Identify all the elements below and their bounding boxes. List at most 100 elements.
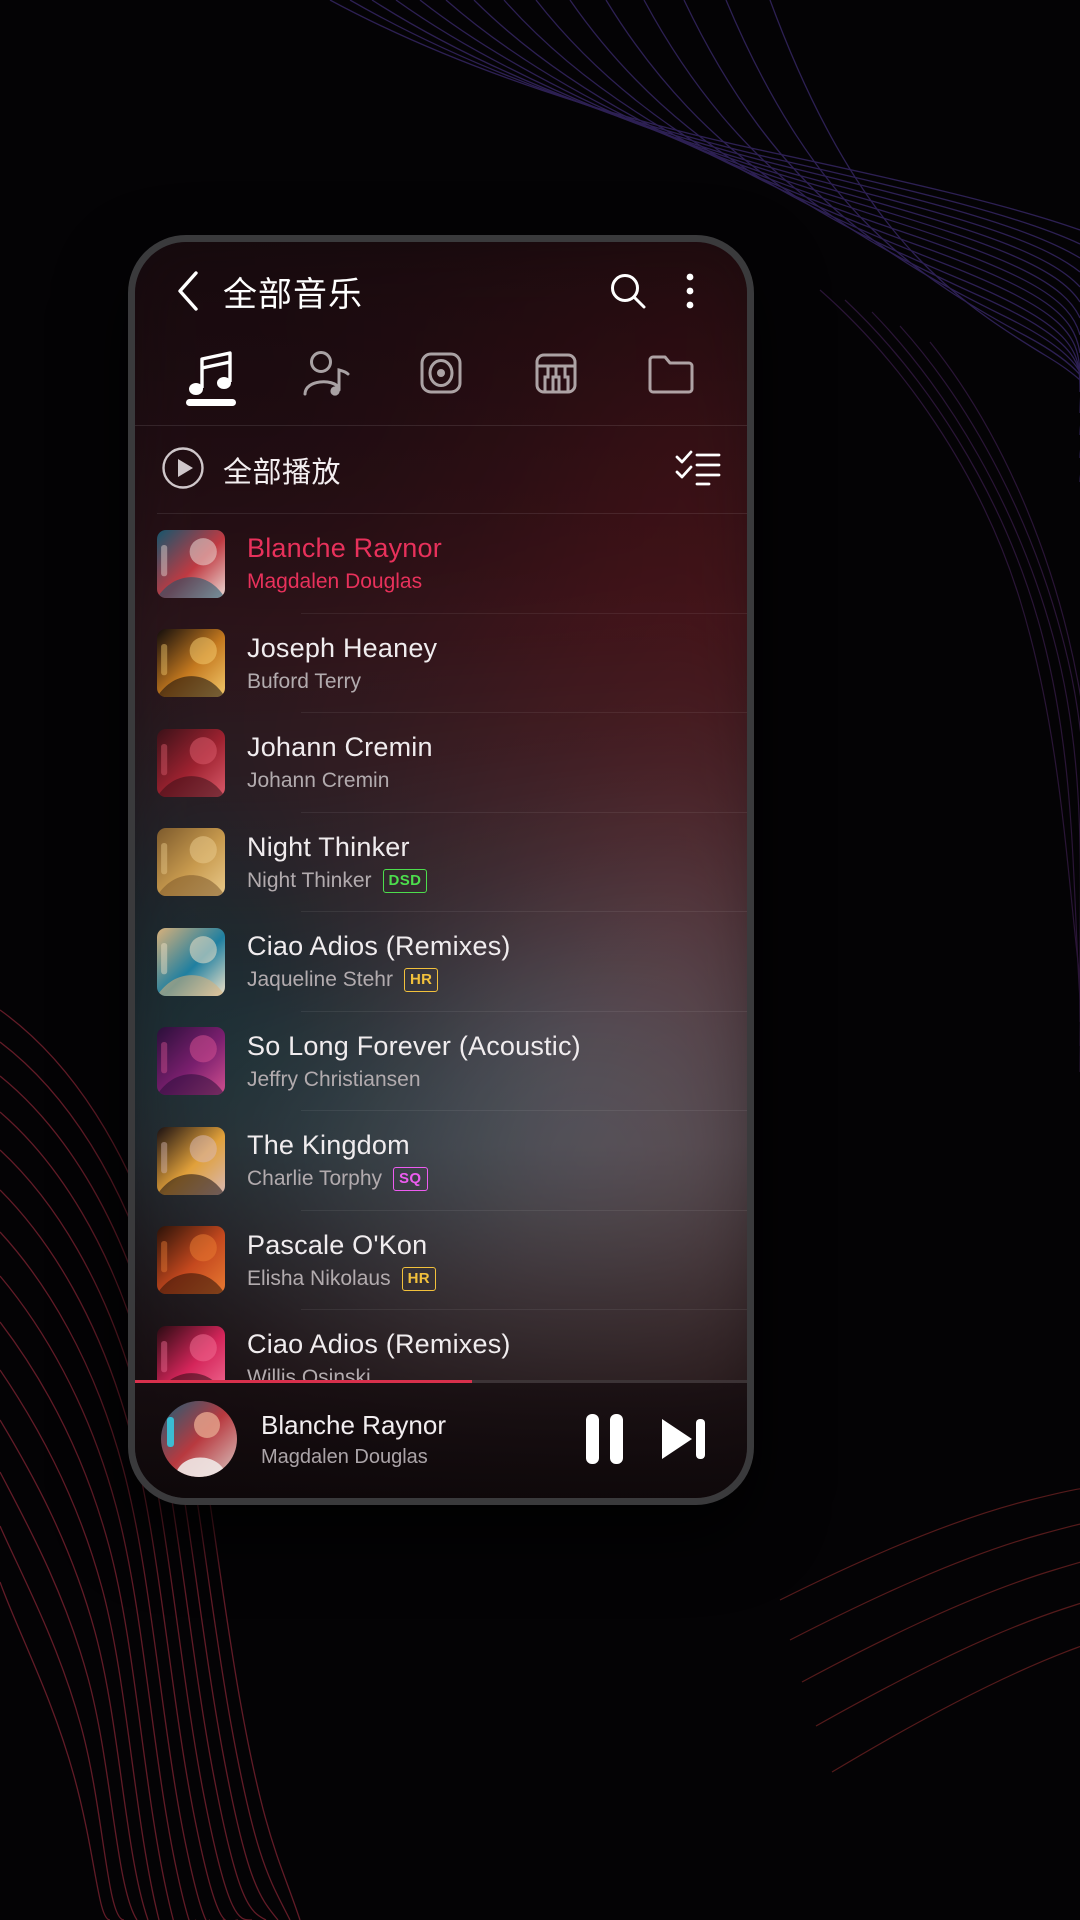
song-subtitle-row: Willis Osinski <box>247 1366 673 1380</box>
multiselect-button[interactable] <box>675 448 721 493</box>
song-title: Ciao Adios (Remixes) <box>247 1329 511 1360</box>
song-title: So Long Forever (Acoustic) <box>247 1030 581 1061</box>
song-subtitle-row: Charlie Torphy SQ <box>247 1167 673 1192</box>
song-subtitle-row: Night Thinker DSD <box>247 868 673 893</box>
song-row[interactable]: Johann Cremin Johann Cremin <box>135 713 747 813</box>
song-row[interactable]: Joseph Heaney Buford Terry <box>135 614 747 713</box>
pause-icon <box>585 1414 623 1464</box>
album-art-a1 <box>161 1401 237 1477</box>
song-subtitle-row: Magdalen Douglas <box>247 570 673 594</box>
playback-progress-track[interactable] <box>135 1380 747 1383</box>
song-row[interactable]: The Kingdom Charlie Torphy SQ <box>135 1111 747 1211</box>
checklist-icon <box>675 450 721 485</box>
tab-artists[interactable] <box>268 340 383 412</box>
song-row[interactable]: Ciao Adios (Remixes) Jaqueline Stehr HR <box>135 912 747 1012</box>
play-circle-icon <box>161 446 205 495</box>
song-more-button[interactable] <box>673 1026 729 1096</box>
song-more-button[interactable] <box>673 1126 729 1196</box>
song-more-button[interactable] <box>673 529 729 599</box>
album-art-a3 <box>157 728 225 797</box>
song-album-art <box>157 828 225 897</box>
song-title: The Kingdom <box>247 1130 410 1161</box>
song-more-button[interactable] <box>673 1325 729 1380</box>
song-album-art <box>157 1126 225 1195</box>
song-title: Johann Cremin <box>247 732 433 763</box>
tab-genres[interactable] <box>499 340 614 412</box>
song-more-button[interactable] <box>673 927 729 997</box>
mini-player-album-art[interactable] <box>161 1401 237 1477</box>
overflow-menu-button[interactable] <box>659 260 721 322</box>
piano-keys-icon <box>529 348 583 405</box>
song-row[interactable]: Night Thinker Night Thinker DSD <box>135 813 747 912</box>
song-list[interactable]: Blanche Raynor Magdalen Douglas Joseph Hea… <box>135 514 747 1380</box>
song-artist: Johann Cremin <box>247 769 390 793</box>
music-note-icon <box>184 348 238 405</box>
song-artist: Jaqueline Stehr <box>247 968 393 992</box>
play-all-row[interactable]: 全部播放 <box>135 426 747 514</box>
song-artist: Night Thinker <box>247 868 372 892</box>
phone-device-frame: 全部音乐 全部播放 Blanche Raynor Magdalen Dougla… <box>128 235 754 1505</box>
song-more-button[interactable] <box>673 628 729 698</box>
song-text: Ciao Adios (Remixes) Jaqueline Stehr HR <box>247 931 673 993</box>
song-subtitle-row: Jeffry Christiansen <box>247 1068 673 1092</box>
album-art-a9 <box>157 1325 225 1380</box>
song-artist: Buford Terry <box>247 669 361 693</box>
back-button[interactable] <box>161 264 215 318</box>
category-tab-bar <box>135 340 747 426</box>
song-artist: Willis Osinski <box>247 1366 371 1380</box>
tab-folders[interactable] <box>614 340 729 412</box>
song-subtitle-row: Elisha Nikolaus HR <box>247 1266 673 1291</box>
album-art-a7 <box>157 1126 225 1195</box>
song-row[interactable]: Blanche Raynor Magdalen Douglas <box>135 514 747 614</box>
music-app-screen: 全部音乐 全部播放 Blanche Raynor Magdalen Dougla… <box>135 242 747 1498</box>
song-album-art <box>157 1027 225 1096</box>
tab-songs[interactable] <box>153 340 268 412</box>
song-more-button[interactable] <box>673 1225 729 1295</box>
song-title: Blanche Raynor <box>247 533 442 564</box>
quality-badge: HR <box>401 1266 437 1291</box>
pause-button[interactable] <box>565 1400 643 1478</box>
quality-badge: SQ <box>393 1167 428 1192</box>
mini-player-artist: Magdalen Douglas <box>261 1445 428 1468</box>
song-text: The Kingdom Charlie Torphy SQ <box>247 1130 673 1192</box>
song-subtitle-row: Buford Terry <box>247 670 673 694</box>
album-art-a6 <box>157 1027 225 1096</box>
song-album-art <box>157 629 225 698</box>
song-text: Night Thinker Night Thinker DSD <box>247 832 673 893</box>
mini-player-title: Blanche Raynor <box>261 1409 446 1440</box>
song-row[interactable]: Ciao Adios (Remixes) Willis Osinski <box>135 1310 747 1380</box>
song-artist: Jeffry Christiansen <box>247 1067 421 1091</box>
song-more-button[interactable] <box>673 728 729 798</box>
artist-icon <box>299 348 353 405</box>
song-text: Pascale O'Kon Elisha Nikolaus HR <box>247 1230 673 1291</box>
song-row[interactable]: So Long Forever (Acoustic) Jeffry Christi… <box>135 1012 747 1111</box>
song-text: Ciao Adios (Remixes) Willis Osinski <box>247 1329 673 1380</box>
tab-albums[interactable] <box>383 340 498 412</box>
song-text: Blanche Raynor Magdalen Douglas <box>247 533 673 594</box>
quality-badge: DSD <box>382 868 428 893</box>
song-album-art <box>157 1325 225 1380</box>
play-all-label: 全部播放 <box>223 457 342 489</box>
song-title: Ciao Adios (Remixes) <box>247 931 511 962</box>
album-art-a8 <box>157 1226 225 1295</box>
page-title: 全部音乐 <box>223 275 363 314</box>
album-art-a1 <box>157 529 225 598</box>
song-row[interactable]: Pascale O'Kon Elisha Nikolaus HR <box>135 1211 747 1310</box>
song-title: Night Thinker <box>247 831 410 862</box>
next-track-button[interactable] <box>643 1400 721 1478</box>
quality-badge: HR <box>403 968 439 993</box>
song-text: Johann Cremin Johann Cremin <box>247 732 673 793</box>
song-more-button[interactable] <box>673 827 729 897</box>
mini-player-bar[interactable]: Blanche Raynor Magdalen Douglas <box>135 1380 747 1498</box>
song-subtitle-row: Jaqueline Stehr HR <box>247 968 673 993</box>
album-art-a4 <box>157 828 225 897</box>
playback-progress-fill <box>135 1380 472 1383</box>
mini-player-text: Blanche Raynor Magdalen Douglas <box>261 1410 565 1469</box>
search-button[interactable] <box>597 260 659 322</box>
song-artist: Charlie Torphy <box>247 1167 383 1191</box>
album-art-a2 <box>157 629 225 698</box>
search-icon <box>611 274 646 309</box>
active-tab-indicator <box>185 399 236 406</box>
song-album-art <box>157 728 225 797</box>
song-album-art <box>157 927 225 996</box>
